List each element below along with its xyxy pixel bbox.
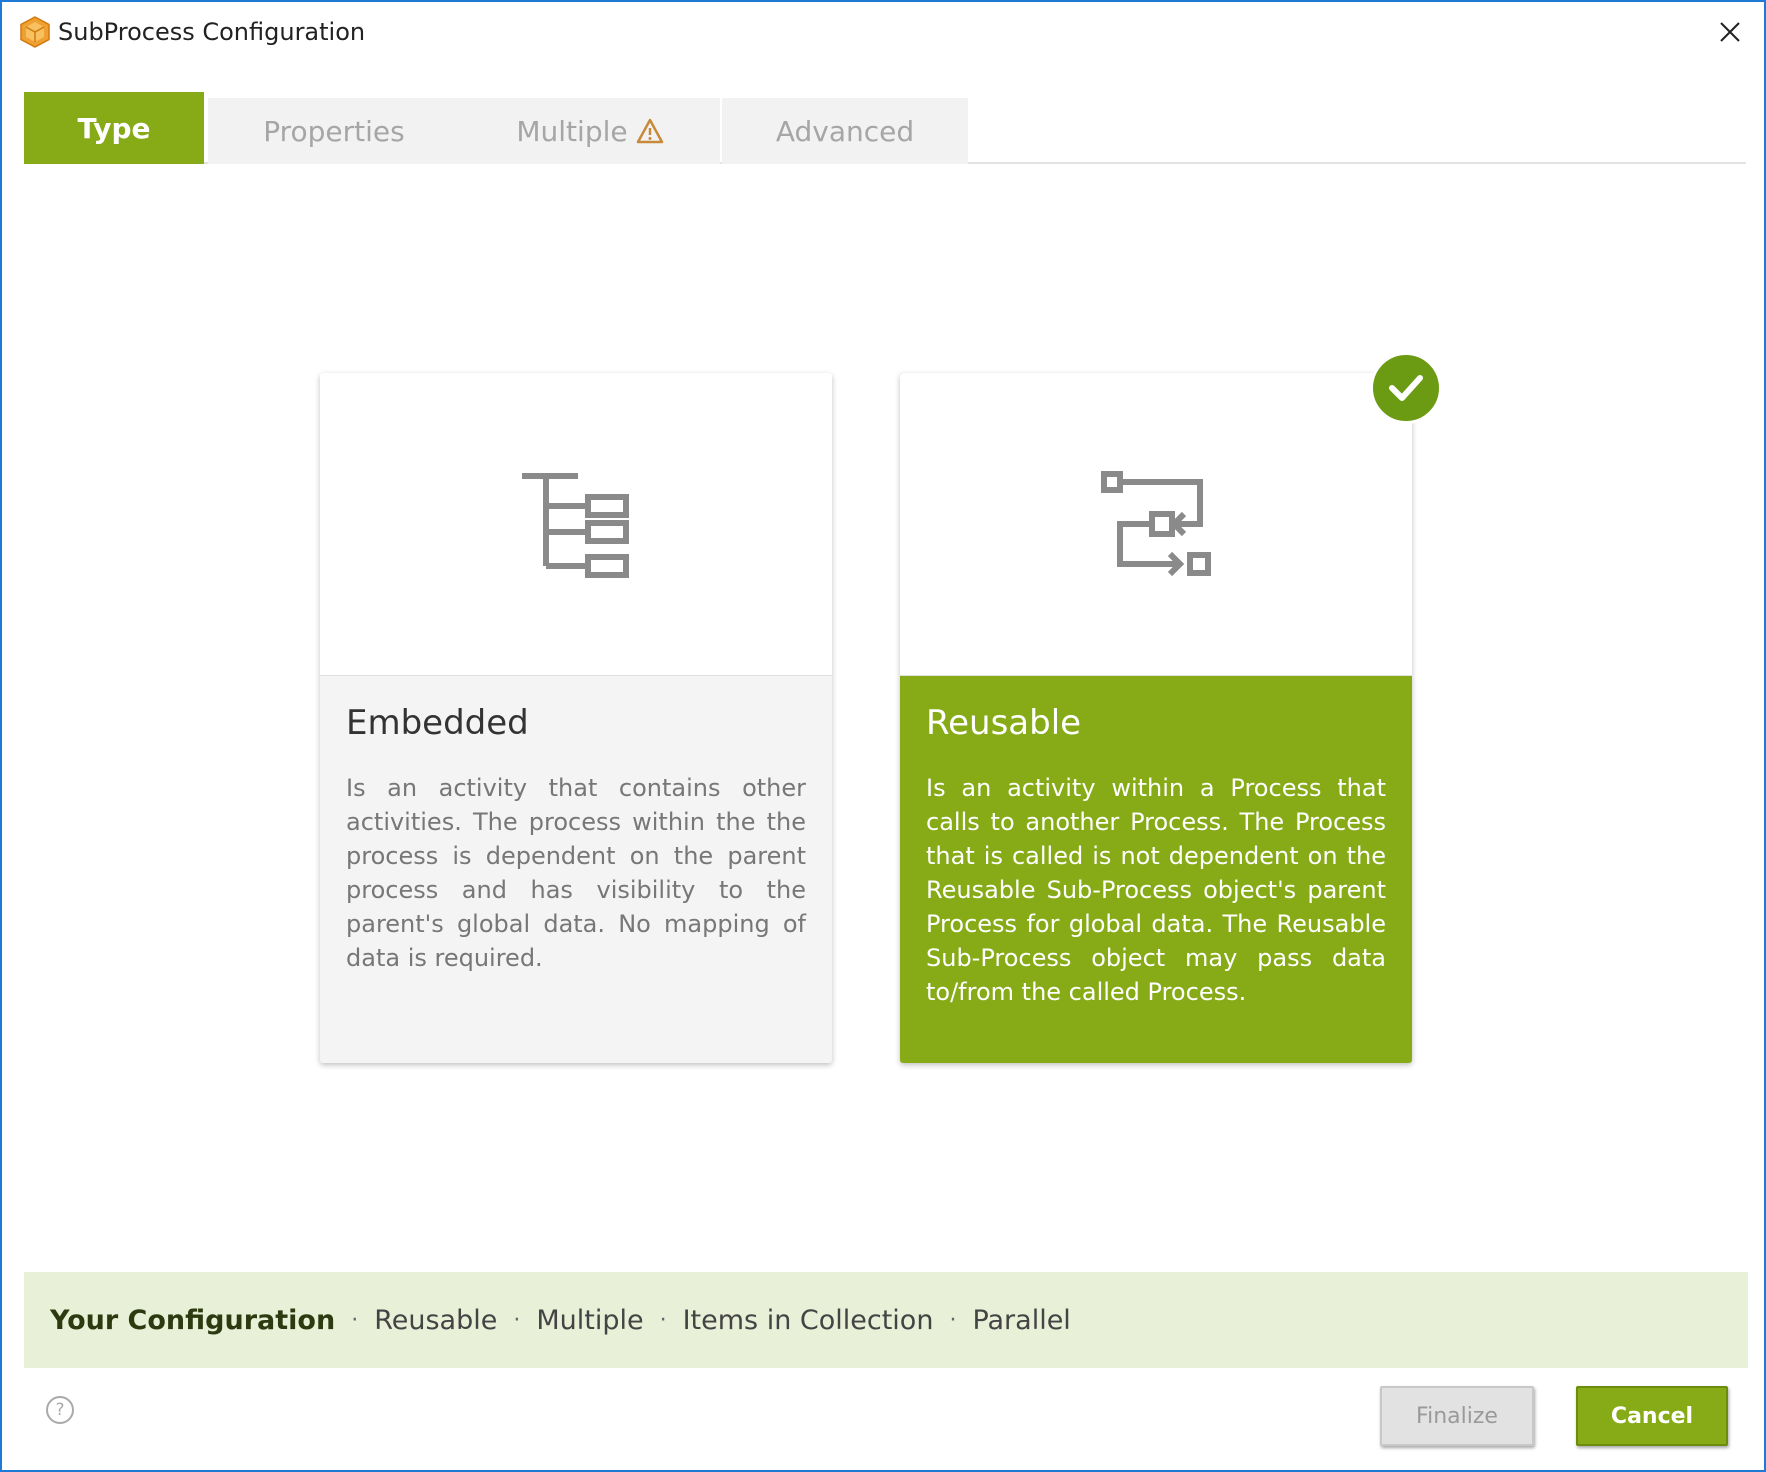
tab-advanced[interactable]: Advanced [722,98,968,164]
tab-type[interactable]: Type [24,92,204,164]
tree-hierarchy-icon [522,473,629,578]
separator: · [351,1307,359,1333]
title-bar: SubProcess Configuration [2,2,1764,66]
config-item-items-in-collection: Items in Collection [682,1304,934,1336]
embedded-card-title: Embedded [346,703,529,743]
card-icon-area [900,373,1412,676]
separator: · [513,1307,521,1333]
embedded-option-card[interactable]: Embedded Is an activity that contains ot… [320,373,832,1063]
reusable-option-card[interactable]: Reusable Is an activity within a Process… [900,373,1412,1063]
dialog-window: SubProcess Configuration Type Properties… [0,0,1766,1472]
warning-icon [636,118,663,144]
embedded-card-description: Is an activity that contains other activ… [346,774,806,972]
separator: · [949,1307,957,1333]
finalize-button[interactable]: Finalize [1380,1386,1534,1446]
selected-check-icon [1370,352,1442,424]
reusable-card-description: Is an activity within a Process that cal… [926,774,1386,1006]
close-button[interactable] [1710,12,1750,52]
process-flow-icon [1101,471,1211,577]
cube-icon [20,16,50,48]
tab-properties-label: Properties [263,114,405,148]
card-icon-area [320,373,832,676]
configuration-label: Your Configuration [50,1304,336,1336]
tab-advanced-label: Advanced [775,114,915,148]
tab-bar: Type Properties Multiple Advanced [24,92,1746,164]
reusable-card-title: Reusable [926,703,1082,743]
tab-properties[interactable]: Properties [208,98,460,164]
close-icon[interactable] [1719,21,1741,43]
config-item-multiple: Multiple [536,1304,644,1336]
tab-multiple[interactable]: Multiple [460,98,720,164]
tab-type-label: Type [77,111,151,145]
help-icon[interactable]: ? [46,1396,74,1424]
tab-multiple-label: Multiple [516,114,628,148]
separator: · [659,1307,667,1333]
config-item-parallel: Parallel [972,1304,1071,1336]
config-item-reusable: Reusable [374,1304,498,1336]
configuration-summary-bar: Your Configuration · Reusable · Multiple… [24,1272,1748,1368]
window-title: SubProcess Configuration [58,18,366,46]
cancel-button[interactable]: Cancel [1576,1386,1728,1446]
